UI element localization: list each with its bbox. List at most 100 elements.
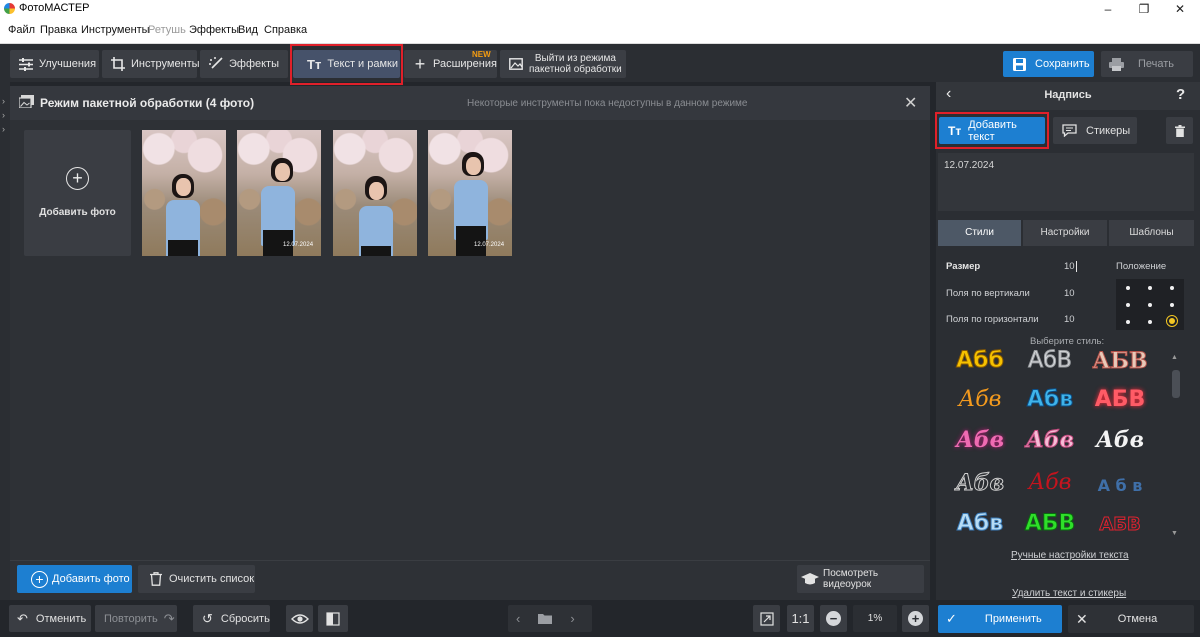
trash-icon <box>1174 124 1185 137</box>
tab-styles[interactable]: Стили <box>938 220 1021 246</box>
image-icon <box>509 57 523 71</box>
redo-button[interactable]: Повторить ↷ <box>95 605 177 632</box>
stickers-button[interactable]: Стикеры <box>1053 117 1137 144</box>
menu-file[interactable]: Файл <box>8 24 35 36</box>
menu-retouch[interactable]: Ретушь <box>148 24 186 36</box>
style-preset[interactable]: АбВ <box>1015 348 1085 374</box>
zoom-1to1-button[interactable]: 1:1 <box>787 605 814 632</box>
style-preset[interactable]: АБВ <box>1085 348 1155 375</box>
scroll-down-icon[interactable]: ▼ <box>1171 530 1178 537</box>
tab-settings[interactable]: Настройки <box>1023 220 1107 246</box>
help-button[interactable]: ? <box>1176 86 1185 103</box>
style-preset[interactable]: Абв <box>1085 427 1155 453</box>
menu-effects[interactable]: Эффекты <box>189 24 239 36</box>
photo-thumbnail[interactable]: 12.07.2024 <box>428 130 512 256</box>
text-input[interactable]: 12.07.2024 <box>938 153 1194 211</box>
hmargin-input[interactable]: 10 <box>1064 314 1075 325</box>
minus-icon: − <box>826 611 841 626</box>
position-dot[interactable] <box>1126 320 1130 324</box>
minimize-button[interactable]: – <box>1090 0 1126 18</box>
position-selected-dot[interactable] <box>1166 315 1178 327</box>
compare-button[interactable] <box>318 605 348 632</box>
clear-list-label: Очистить список <box>169 573 255 585</box>
position-dot[interactable] <box>1148 320 1152 324</box>
menu-help[interactable]: Справка <box>264 24 307 36</box>
exit-batch-button[interactable]: Выйти из режима пакетной обработки <box>500 50 626 78</box>
tab-improvements[interactable]: Улучшения <box>10 50 99 78</box>
style-preset[interactable]: АБВ <box>1085 514 1155 536</box>
photo-thumbnail[interactable]: 12.07.2024 <box>237 130 321 256</box>
position-dot[interactable] <box>1148 303 1152 307</box>
collapsed-side-strip[interactable]: › › › <box>0 82 10 602</box>
style-preset[interactable]: Абб <box>945 348 1015 374</box>
tab-improvements-label: Улучшения <box>39 58 97 70</box>
tab-tools[interactable]: Инструменты <box>102 50 200 78</box>
apply-button[interactable]: ✓ Применить <box>938 605 1062 633</box>
position-dot[interactable] <box>1170 303 1174 307</box>
zoom-in-button[interactable]: + <box>902 605 929 632</box>
plus-icon: + <box>414 53 426 74</box>
print-label: Печать <box>1138 58 1175 70</box>
close-batch-button[interactable]: ✕ <box>904 93 917 113</box>
scroll-up-icon[interactable]: ▲ <box>1171 354 1178 361</box>
vmargin-input[interactable]: 10 <box>1064 288 1075 299</box>
clear-list-button[interactable]: Очистить список <box>138 565 255 593</box>
style-preset[interactable]: А б в <box>1085 476 1155 495</box>
style-preset[interactable]: Абв <box>1015 427 1085 454</box>
position-dot[interactable] <box>1148 286 1152 290</box>
size-input[interactable]: 10 <box>1064 261 1077 272</box>
tab-templates[interactable]: Шаблоны <box>1109 220 1194 246</box>
style-gallery: Абб АбВ АБВ Абв Абв АБВ Абв Абв Абв Абв … <box>944 346 1184 542</box>
menu-tools[interactable]: Инструменты <box>81 24 150 36</box>
position-dot[interactable] <box>1126 286 1130 290</box>
style-preset[interactable]: Абв <box>945 511 1015 537</box>
zoom-out-button[interactable]: − <box>820 605 847 632</box>
add-circle-icon: + <box>31 570 48 588</box>
size-label: Размер <box>946 261 981 272</box>
print-button[interactable]: Печать <box>1101 51 1193 77</box>
cancel-button[interactable]: ✕ Отмена <box>1068 605 1194 633</box>
undo-arrow-icon: ↶ <box>17 610 28 626</box>
crop-icon <box>111 57 125 71</box>
zoom-value[interactable]: 1% <box>853 605 897 632</box>
delete-text-stickers-link[interactable]: Удалить текст и стикеры <box>1012 588 1126 599</box>
style-preset[interactable]: Абв <box>945 470 1015 497</box>
navigation-group: ‹ › <box>508 605 592 632</box>
tab-effects[interactable]: Эффекты <box>200 50 288 78</box>
close-window-button[interactable]: ✕ <box>1162 0 1198 18</box>
style-preset[interactable]: Абв <box>1015 387 1085 413</box>
style-preset[interactable]: АБВ <box>1015 511 1085 537</box>
floppy-icon <box>1013 57 1026 71</box>
watch-tutorial-button[interactable]: Посмотреть видеоурок <box>797 565 924 593</box>
style-preset[interactable]: Абв <box>945 427 1015 453</box>
position-dot[interactable] <box>1170 286 1174 290</box>
save-button[interactable]: Сохранить <box>1003 51 1094 77</box>
prev-arrow-icon[interactable]: ‹ <box>516 611 520 626</box>
scrollbar-thumb[interactable] <box>1172 370 1180 398</box>
position-grid[interactable] <box>1116 279 1184 330</box>
maximize-button[interactable]: ❐ <box>1126 0 1162 18</box>
menu-bar: Файл Правка Инструменты Ретушь Эффекты В… <box>0 18 1200 44</box>
style-preset[interactable]: АБВ <box>1085 387 1155 412</box>
undo-button[interactable]: ↶ Отменить <box>9 605 91 632</box>
next-arrow-icon[interactable]: › <box>570 611 574 626</box>
manual-text-settings-link[interactable]: Ручные настройки текста <box>1011 550 1129 561</box>
menu-edit[interactable]: Правка <box>40 24 77 36</box>
style-gallery-scrollbar[interactable]: ▲ ▼ <box>1170 352 1182 542</box>
tab-tools-label: Инструменты <box>131 58 200 70</box>
style-preset[interactable]: Абв <box>1015 470 1085 495</box>
fit-screen-button[interactable] <box>753 605 780 632</box>
style-preset[interactable]: Абв <box>945 387 1015 412</box>
preview-toggle-button[interactable] <box>286 605 313 632</box>
trash-icon <box>150 572 162 586</box>
photo-thumbnail[interactable] <box>142 130 226 256</box>
batch-title: Режим пакетной обработки (4 фото) <box>40 96 255 110</box>
add-photo-tile[interactable]: + Добавить фото <box>24 130 131 256</box>
position-dot[interactable] <box>1126 303 1130 307</box>
menu-view[interactable]: Вид <box>238 24 258 36</box>
delete-layer-button[interactable] <box>1166 117 1193 144</box>
add-photo-button[interactable]: + Добавить фото <box>17 565 132 593</box>
photo-thumbnail[interactable] <box>333 130 417 256</box>
reset-button[interactable]: ↺ Сбросить <box>193 605 270 632</box>
folder-icon[interactable] <box>538 613 553 624</box>
